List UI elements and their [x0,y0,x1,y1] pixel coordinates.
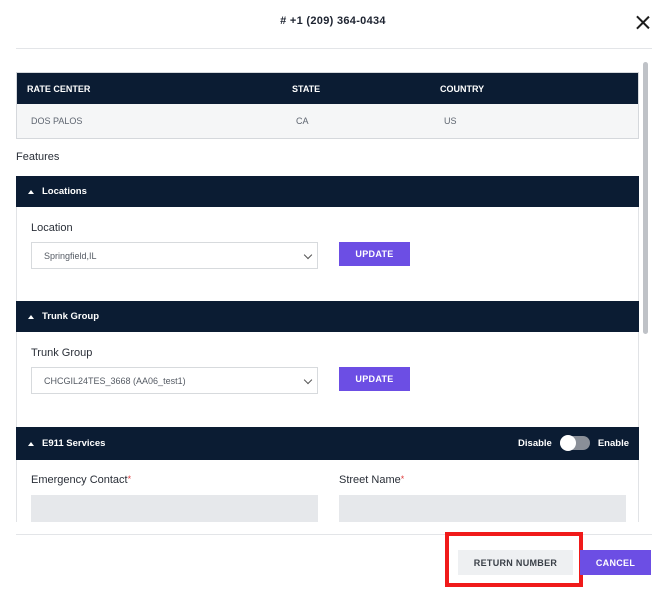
modal-title: # +1 (209) 364-0434 [280,15,386,27]
required-asterisk: * [400,474,405,484]
emergency-contact-label: Emergency Contact* [31,474,131,486]
chevron-up-icon [28,441,34,446]
e911-section: E911 Services Disable Enable Emergency C… [16,427,639,522]
toggle-knob [559,435,576,451]
chevron-up-icon [28,314,34,319]
e911-section-body: Emergency Contact* Street Name* [16,460,639,522]
update-trunk-group-button[interactable]: UPDATE [339,367,410,391]
highlight-box [445,532,583,587]
required-asterisk: * [127,474,132,484]
e911-toggle[interactable] [559,435,590,451]
enable-label: Enable [597,437,629,449]
update-location-button[interactable]: UPDATE [339,242,410,266]
rate-center-table-header: RATE CENTER STATE COUNTRY [17,73,638,104]
trunk-group-label: Trunk Group [31,347,93,359]
locations-section: Locations Location Springfield,IL UPDATE [16,176,639,301]
locations-section-title: Locations [42,186,87,197]
emergency-contact-label-text: Emergency Contact [31,474,128,486]
cancel-button[interactable]: CANCEL [580,550,651,575]
features-heading: Features [16,151,60,163]
trunk-group-section-body: Trunk Group CHCGIL24TES_3668 (AA06_test1… [16,332,639,427]
chevron-down-icon [303,375,313,385]
table-row: DOS PALOS CA US [17,104,638,138]
modal-scroll-area[interactable]: RATE CENTER STATE COUNTRY DOS PALOS CA U… [16,62,648,522]
location-label: Location [31,222,73,234]
locations-section-body: Location Springfield,IL UPDATE [16,207,639,301]
cell-state: CA [296,116,309,126]
e911-section-title: E911 Services [42,438,106,449]
trunk-group-section-header[interactable]: Trunk Group [16,301,639,332]
disable-label: Disable [518,437,552,449]
trunk-group-section: Trunk Group Trunk Group CHCGIL24TES_3668… [16,301,639,427]
location-select-value: Springfield,IL [44,250,97,261]
chevron-up-icon [28,189,34,194]
column-header-state: STATE [292,83,321,94]
street-name-label-text: Street Name [339,474,401,486]
e911-toggle-group: Disable Enable [518,435,629,451]
cell-rate-center: DOS PALOS [31,116,83,126]
trunk-group-select[interactable]: CHCGIL24TES_3668 (AA06_test1) [31,367,318,394]
rate-center-table: RATE CENTER STATE COUNTRY DOS PALOS CA U… [16,72,639,139]
column-header-rate-center: RATE CENTER [27,83,91,94]
trunk-group-select-value: CHCGIL24TES_3668 (AA06_test1) [44,375,186,386]
emergency-contact-input[interactable] [31,495,318,522]
street-name-label: Street Name* [339,474,404,486]
column-header-country: COUNTRY [440,83,485,94]
trunk-group-section-title: Trunk Group [42,311,99,322]
cell-country: US [444,116,457,126]
location-select[interactable]: Springfield,IL [31,242,318,269]
locations-section-header[interactable]: Locations [16,176,639,207]
close-icon[interactable] [632,12,654,34]
street-name-input[interactable] [339,495,626,522]
scrollbar[interactable] [643,62,648,334]
chevron-down-icon [303,250,313,260]
e911-section-header[interactable]: E911 Services Disable Enable [16,427,639,460]
header-divider [16,48,652,49]
modal-header: # +1 (209) 364-0434 [0,0,666,48]
